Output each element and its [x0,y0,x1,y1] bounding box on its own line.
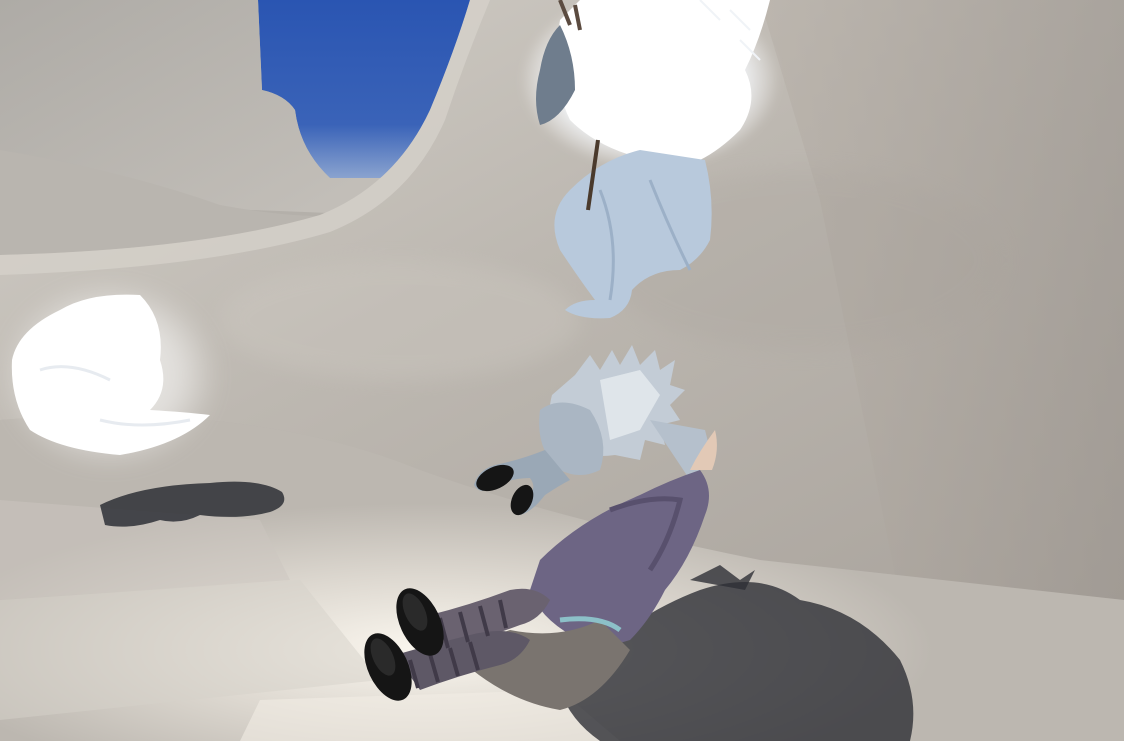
game-viewport[interactable] [0,0,1124,741]
glowing-crystal-orb[interactable] [0,280,220,470]
game-scene[interactable] [0,0,1124,741]
